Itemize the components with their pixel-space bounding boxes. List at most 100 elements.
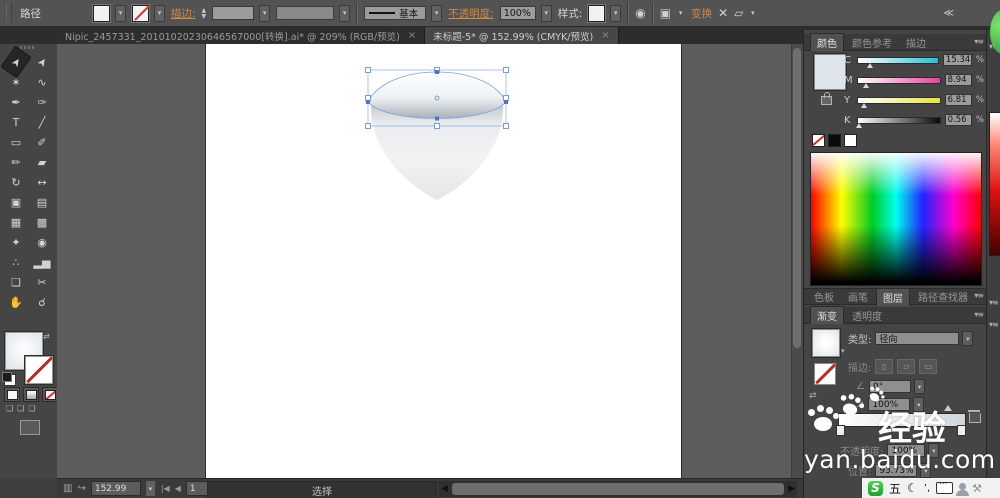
delete-stop-icon[interactable] (968, 410, 981, 423)
close-tab-icon[interactable]: × (601, 30, 609, 41)
rotate-tool[interactable]: ↻ (3, 172, 29, 192)
stroke-weight-dropdown[interactable]: ▾ (259, 4, 271, 22)
fill-dropdown[interactable]: ▾ (115, 4, 126, 22)
slider-thumb[interactable] (855, 122, 862, 128)
brush-definition-field[interactable]: 基本 (364, 6, 427, 20)
zoom-level-field[interactable]: 152.99 (90, 481, 141, 496)
black-swatch[interactable] (828, 134, 841, 147)
panel-strip-menu-icon[interactable]: ▾≡ (974, 291, 984, 300)
stroke-dropdown[interactable]: ▾ (154, 4, 165, 22)
align-dropdown[interactable]: ▾ (676, 6, 685, 21)
reverse-gradient-icon[interactable]: ⇄ (809, 391, 817, 401)
ime-mode-icon[interactable]: 五 (889, 480, 901, 497)
channel-slider[interactable] (857, 56, 939, 68)
channel-slider[interactable] (857, 76, 941, 88)
style-swatch[interactable] (588, 4, 606, 22)
channel-value-field[interactable]: 6.81 (944, 94, 972, 106)
blend-tool[interactable]: ◉ (29, 232, 55, 252)
gradient-stroke-proxy[interactable] (814, 363, 836, 385)
width-tool[interactable]: ↔ (29, 172, 55, 192)
gradient-panel-menu-icon[interactable]: ▾≡ (974, 310, 984, 319)
perspective-grid-tool[interactable]: ▤ (29, 192, 55, 212)
channel-value-field[interactable]: 15.34 (942, 54, 972, 66)
scrollbar-thumb[interactable] (451, 483, 785, 495)
gradient-stop-start[interactable] (836, 425, 845, 436)
style-dropdown[interactable]: ▾ (610, 4, 622, 22)
recolor-artwork-icon[interactable]: ◉ (635, 6, 645, 20)
shear-icon[interactable]: ▱ (734, 6, 743, 20)
keyboard-icon[interactable] (936, 479, 954, 494)
channel-slider[interactable] (855, 116, 941, 128)
stroke-within-button[interactable]: ▯ (875, 359, 894, 374)
brush-definition-dropdown[interactable]: ▾ (431, 4, 443, 22)
stop-opacity-field[interactable]: 100% (887, 444, 926, 457)
width-profile-field[interactable] (276, 6, 335, 20)
gradient-aspect-field[interactable]: 100% (868, 398, 911, 411)
type-tool[interactable]: T (3, 112, 29, 132)
channel-value-field[interactable]: 8.94 (944, 74, 972, 86)
color-spectrum[interactable] (810, 152, 982, 286)
stroke-color-swatch[interactable] (132, 4, 149, 22)
transform-link[interactable]: 变换 (691, 6, 712, 21)
screen-mode-button[interactable] (20, 420, 40, 435)
sliver-menu-icon-2[interactable]: ▾≡ (989, 298, 999, 307)
line-segment-tool[interactable]: ╱ (29, 112, 55, 132)
stroke-proxy[interactable] (25, 356, 53, 384)
eraser-tool[interactable]: ▰ (29, 152, 55, 172)
tab-路径查找器[interactable]: 路径查找器 (912, 288, 974, 305)
stroke-across-button[interactable]: ▭ (919, 359, 938, 374)
wrench-icon[interactable]: ⚒ (972, 482, 982, 495)
horizontal-scrollbar[interactable]: ◀ ▶ (439, 481, 797, 497)
tab-描边[interactable]: 描边 (900, 34, 932, 51)
sliver-menu-icon-3[interactable]: ▾≡ (989, 320, 999, 329)
swap-fill-stroke-icon[interactable]: ⇄ (43, 332, 50, 341)
none-swatch[interactable] (812, 134, 825, 147)
opacity-field[interactable]: 100% (499, 6, 536, 20)
color-panel-menu-icon[interactable]: ▾≡ (974, 37, 984, 46)
preview-icon[interactable]: ▥ (63, 483, 72, 494)
close-tab-icon[interactable]: × (408, 30, 416, 41)
user-icon[interactable] (956, 482, 970, 496)
column-graph-tool[interactable]: ▂▅ (29, 252, 55, 272)
zoom-tool[interactable]: ☌ (29, 292, 55, 312)
stroke-weight-stepper[interactable]: ▲ ▼ (202, 7, 207, 19)
tab-渐变[interactable]: 渐变 (810, 306, 844, 324)
slider-thumb[interactable] (867, 62, 874, 68)
white-swatch[interactable] (844, 134, 857, 147)
rectangle-tool[interactable]: ▭ (3, 132, 29, 152)
paintbrush-tool[interactable]: ✐ (29, 132, 55, 152)
draw-behind-icon[interactable]: ❏ (17, 404, 24, 413)
scroll-left-icon[interactable]: ◀ (439, 484, 450, 494)
paint-gradient-button[interactable] (23, 387, 39, 402)
gradient-type-dropdown[interactable]: ▾ (962, 331, 974, 346)
channel-value-field[interactable]: 0.56 (944, 114, 972, 126)
gradient-midpoint[interactable] (944, 405, 952, 411)
ime-logo-icon[interactable]: S (868, 480, 883, 496)
symbol-sprayer-tool[interactable]: ∴ (3, 252, 29, 272)
stop-location-field[interactable]: 93.73% (875, 464, 918, 477)
gradient-slider[interactable] (838, 413, 966, 427)
brush-pen-tool[interactable]: ✑ (29, 92, 55, 112)
document-tab-2[interactable]: 未标题-5* @ 152.99% (CMYK/预览) × (425, 27, 619, 44)
opacity-dropdown[interactable]: ▾ (540, 4, 552, 22)
shear-dropdown[interactable]: ▾ (748, 6, 757, 21)
document-tab-1[interactable]: Nipic_2457331_20101020230646567000[转换].a… (57, 27, 426, 44)
eyedropper-tool[interactable]: ✦ (3, 232, 29, 252)
vertical-scrollbar[interactable] (791, 44, 803, 478)
stop-location-dropdown[interactable]: ▾ (920, 463, 932, 478)
gradient-tool[interactable]: ▩ (29, 212, 55, 232)
pencil-tool[interactable]: ✏ (3, 152, 29, 172)
gradient-proxy-dropdown[interactable]: ▾ (841, 347, 845, 355)
collapse-panels-icon[interactable]: ≪ (944, 8, 954, 19)
fill-color-swatch[interactable] (93, 4, 110, 22)
paint-none-button[interactable] (42, 387, 58, 402)
free-transform-icon[interactable]: ✕ (718, 6, 728, 20)
draw-normal-icon[interactable]: ❏ (6, 404, 13, 413)
color-panel-swatch[interactable] (814, 54, 846, 90)
tab-画笔[interactable]: 画笔 (842, 288, 874, 305)
panel-grip[interactable] (6, 4, 12, 22)
stop-opacity-dropdown[interactable]: ▾ (928, 443, 940, 458)
stroke-along-button[interactable]: ▱ (897, 359, 916, 374)
zoom-dropdown[interactable]: ▾ (144, 480, 156, 497)
gradient-stop-end[interactable] (957, 425, 966, 436)
